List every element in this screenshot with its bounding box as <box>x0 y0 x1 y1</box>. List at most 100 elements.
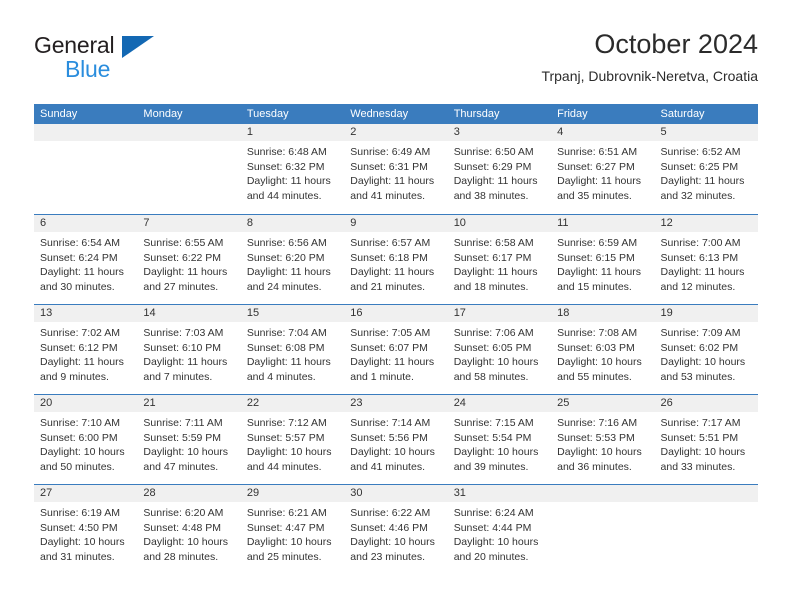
day-cell[interactable]: 31 Sunrise: 6:24 AM Sunset: 4:44 PM Dayligh… <box>447 485 552 574</box>
day-number-band: 15 <box>240 305 345 322</box>
daylight-text: Daylight: 11 hours and 24 minutes. <box>246 266 331 293</box>
day-number-band: 5 <box>654 124 758 141</box>
day-number-band: 23 <box>344 395 448 412</box>
day-cell[interactable]: 23 Sunrise: 7:14 AM Sunset: 5:56 PM Dayligh… <box>344 395 448 484</box>
day-details: Sunrise: 7:15 AM Sunset: 5:54 PM Daylight:… <box>448 412 551 474</box>
daylight-text: Daylight: 11 hours and 1 minute. <box>350 356 435 383</box>
day-cell[interactable]: 11 Sunrise: 6:59 AM Sunset: 6:15 PM Dayligh… <box>551 215 655 304</box>
day-cell[interactable]: 5 Sunrise: 6:52 AM Sunset: 6:25 PM Daylight… <box>654 124 758 214</box>
day-cell[interactable]: 4 Sunrise: 6:51 AM Sunset: 6:27 PM Daylight… <box>551 124 655 214</box>
day-cell[interactable]: 14 Sunrise: 7:03 AM Sunset: 6:10 PM Dayligh… <box>137 305 241 394</box>
sunset-text: Sunset: 4:47 PM <box>246 521 325 534</box>
daylight-text: Daylight: 11 hours and 35 minutes. <box>557 175 641 202</box>
sunrise-text: Sunrise: 7:04 AM <box>246 327 327 339</box>
daylight-text: Daylight: 11 hours and 38 minutes. <box>453 175 538 202</box>
day-number-band: 24 <box>447 395 552 412</box>
sunset-text: Sunset: 4:44 PM <box>453 521 532 534</box>
daylight-text: Daylight: 10 hours and 25 minutes. <box>246 536 332 563</box>
sunset-text: Sunset: 4:50 PM <box>40 521 118 534</box>
day-cell[interactable]: 22 Sunrise: 7:12 AM Sunset: 5:57 PM Dayligh… <box>240 395 345 484</box>
day-cell[interactable]: 8 Sunrise: 6:56 AM Sunset: 6:20 PM Daylight… <box>240 215 345 304</box>
day-number-band <box>34 124 138 141</box>
sunrise-text: Sunrise: 7:00 AM <box>660 237 741 249</box>
day-details: Sunrise: 7:11 AM Sunset: 5:59 PM Daylight:… <box>137 412 240 474</box>
daylight-text: Daylight: 10 hours and 44 minutes. <box>246 446 332 473</box>
sunrise-text: Sunrise: 7:12 AM <box>246 417 327 429</box>
day-cell[interactable]: 30 Sunrise: 6:22 AM Sunset: 4:46 PM Dayligh… <box>344 485 448 574</box>
day-details: Sunrise: 6:54 AM Sunset: 6:24 PM Daylight:… <box>34 232 137 294</box>
sunset-text: Sunset: 6:32 PM <box>246 160 325 173</box>
day-cell[interactable]: 15 Sunrise: 7:04 AM Sunset: 6:08 PM Dayligh… <box>240 305 345 394</box>
calendar-page: General Blue October 2024 Trpanj, Dubrov… <box>0 0 792 612</box>
day-cell[interactable]: 12 Sunrise: 7:00 AM Sunset: 6:13 PM Dayligh… <box>654 215 758 304</box>
logo-triangle-icon <box>122 36 154 58</box>
daylight-text: Daylight: 10 hours and 50 minutes. <box>40 446 125 473</box>
title-block: October 2024 Trpanj, Dubrovnik-Neretva, … <box>541 28 758 86</box>
sunrise-text: Sunrise: 6:59 AM <box>557 237 638 249</box>
sunrise-text: Sunrise: 6:52 AM <box>660 146 741 158</box>
day-details: Sunrise: 7:17 AM Sunset: 5:51 PM Daylight:… <box>655 412 758 474</box>
sunrise-text: Sunrise: 6:55 AM <box>143 237 224 249</box>
week-row: 1 Sunrise: 6:48 AM Sunset: 6:32 PM Daylight… <box>34 124 758 214</box>
sunset-text: Sunset: 6:31 PM <box>350 160 428 173</box>
sunset-text: Sunset: 5:57 PM <box>246 431 325 444</box>
day-cell[interactable]: 6 Sunrise: 6:54 AM Sunset: 6:24 PM Daylight… <box>34 215 138 304</box>
day-details: Sunrise: 7:06 AM Sunset: 6:05 PM Daylight:… <box>448 322 551 384</box>
day-number-band: 18 <box>551 305 655 322</box>
day-number: 8 <box>246 217 253 229</box>
day-cell[interactable]: 28 Sunrise: 6:20 AM Sunset: 4:48 PM Dayligh… <box>137 485 241 574</box>
weekday-header-sunday: Sunday <box>40 108 78 120</box>
day-cell[interactable]: 26 Sunrise: 7:17 AM Sunset: 5:51 PM Dayligh… <box>654 395 758 484</box>
day-cell[interactable]: 25 Sunrise: 7:16 AM Sunset: 5:53 PM Dayligh… <box>551 395 655 484</box>
day-cell[interactable]: 3 Sunrise: 6:50 AM Sunset: 6:29 PM Daylight… <box>447 124 552 214</box>
day-number: 4 <box>557 126 564 138</box>
day-cell[interactable]: 2 Sunrise: 6:49 AM Sunset: 6:31 PM Daylight… <box>344 124 448 214</box>
day-cell[interactable]: 29 Sunrise: 6:21 AM Sunset: 4:47 PM Dayligh… <box>240 485 345 574</box>
sunset-text: Sunset: 4:46 PM <box>350 521 428 534</box>
day-cell[interactable]: 16 Sunrise: 7:05 AM Sunset: 6:07 PM Dayligh… <box>344 305 448 394</box>
sunrise-text: Sunrise: 6:20 AM <box>143 507 224 519</box>
day-number: 27 <box>40 487 53 499</box>
sunrise-text: Sunrise: 6:56 AM <box>246 237 327 249</box>
day-cell[interactable]: 24 Sunrise: 7:15 AM Sunset: 5:54 PM Dayligh… <box>447 395 552 484</box>
sunset-text: Sunset: 5:59 PM <box>143 431 222 444</box>
day-number: 12 <box>660 217 673 229</box>
day-number-band: 2 <box>344 124 448 141</box>
day-number-band: 3 <box>447 124 552 141</box>
sunset-text: Sunset: 6:25 PM <box>660 160 739 173</box>
day-cell[interactable]: 13 Sunrise: 7:02 AM Sunset: 6:12 PM Dayligh… <box>34 305 138 394</box>
day-cell[interactable]: 19 Sunrise: 7:09 AM Sunset: 6:02 PM Dayligh… <box>654 305 758 394</box>
day-number-band: 26 <box>654 395 758 412</box>
day-cell[interactable]: 9 Sunrise: 6:57 AM Sunset: 6:18 PM Daylight… <box>344 215 448 304</box>
day-cell[interactable]: 21 Sunrise: 7:11 AM Sunset: 5:59 PM Dayligh… <box>137 395 241 484</box>
sunset-text: Sunset: 6:27 PM <box>557 160 635 173</box>
day-cell[interactable]: 7 Sunrise: 6:55 AM Sunset: 6:22 PM Daylight… <box>137 215 241 304</box>
daylight-text: Daylight: 11 hours and 4 minutes. <box>246 356 331 383</box>
day-cell[interactable]: 18 Sunrise: 7:08 AM Sunset: 6:03 PM Dayligh… <box>551 305 655 394</box>
sunrise-text: Sunrise: 7:06 AM <box>453 327 534 339</box>
day-cell[interactable]: 20 Sunrise: 7:10 AM Sunset: 6:00 PM Dayligh… <box>34 395 138 484</box>
day-cell[interactable]: 1 Sunrise: 6:48 AM Sunset: 6:32 PM Daylight… <box>240 124 345 214</box>
sunset-text: Sunset: 5:53 PM <box>557 431 635 444</box>
day-cell[interactable]: 17 Sunrise: 7:06 AM Sunset: 6:05 PM Dayligh… <box>447 305 552 394</box>
day-number: 9 <box>350 217 357 229</box>
sunset-text: Sunset: 5:56 PM <box>350 431 428 444</box>
day-details: Sunrise: 6:49 AM Sunset: 6:31 PM Daylight:… <box>344 141 447 203</box>
weekday-header-saturday: Saturday <box>660 108 705 120</box>
week-row: 6 Sunrise: 6:54 AM Sunset: 6:24 PM Daylight… <box>34 214 758 304</box>
day-cell[interactable]: 10 Sunrise: 6:58 AM Sunset: 6:17 PM Dayligh… <box>447 215 552 304</box>
day-number-band: 8 <box>240 215 345 232</box>
day-details: Sunrise: 6:55 AM Sunset: 6:22 PM Daylight:… <box>137 232 240 294</box>
daylight-text: Daylight: 10 hours and 41 minutes. <box>350 446 435 473</box>
day-number: 15 <box>246 307 260 319</box>
day-number: 3 <box>453 126 460 138</box>
week-row: 13 Sunrise: 7:02 AM Sunset: 6:12 PM Dayligh… <box>34 304 758 394</box>
day-cell-empty <box>34 124 138 214</box>
day-cell[interactable]: 27 Sunrise: 6:19 AM Sunset: 4:50 PM Dayligh… <box>34 485 138 574</box>
day-cell-empty <box>654 485 758 574</box>
weekday-header-wednesday: Wednesday <box>350 108 409 120</box>
day-details: Sunrise: 7:00 AM Sunset: 6:13 PM Daylight:… <box>655 232 758 294</box>
generalblue-logo[interactable]: General Blue <box>34 32 164 88</box>
day-details: Sunrise: 7:14 AM Sunset: 5:56 PM Daylight:… <box>344 412 447 474</box>
daylight-text: Daylight: 11 hours and 44 minutes. <box>246 175 331 202</box>
